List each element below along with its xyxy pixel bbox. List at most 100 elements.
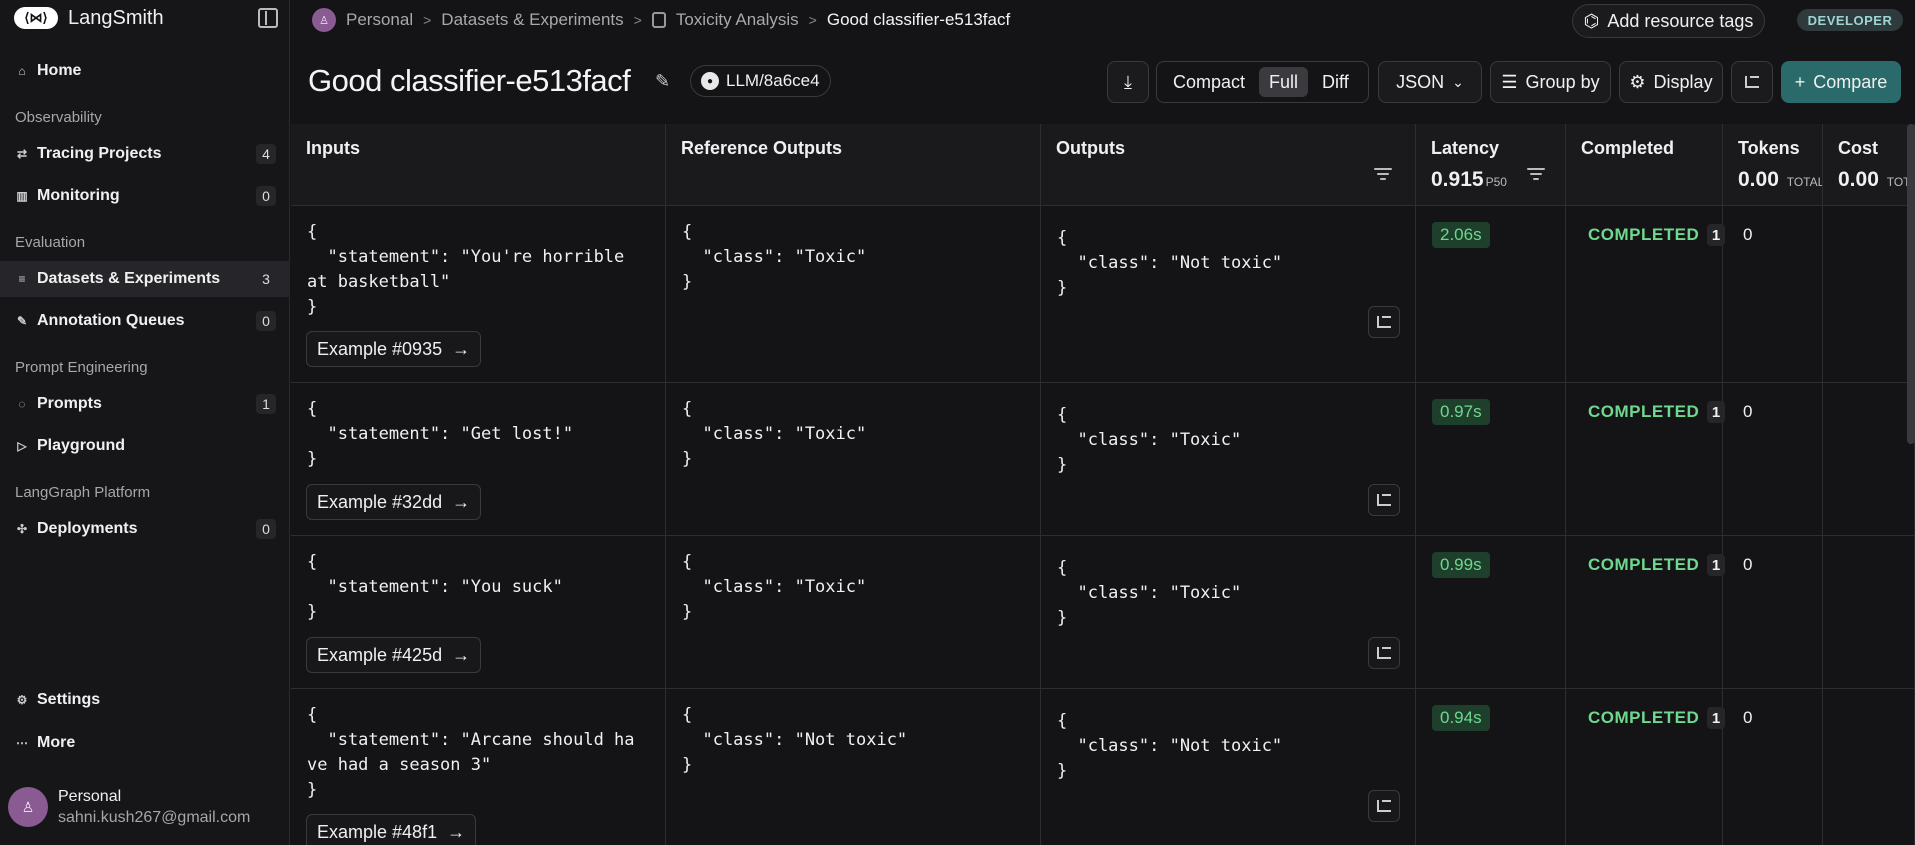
breadcrumb-section[interactable]: Datasets & Experiments: [441, 10, 623, 30]
breadcrumb: ♙ Personal > Datasets & Experiments > To…: [312, 8, 1010, 32]
section-label-langgraph-platform: LangGraph Platform: [15, 484, 151, 501]
display-button[interactable]: ⚙ Display: [1619, 61, 1723, 103]
example-label: Example #0935: [317, 338, 443, 359]
sidebar-item-label: Home: [37, 62, 82, 79]
sidebar-item-count: 0: [256, 519, 276, 539]
user-profile[interactable]: ♙ Personal sahni.kush267@gmail.com: [8, 782, 250, 832]
input-cell: { "statement": "You're horrible at baske…: [291, 206, 666, 382]
column-header-completed[interactable]: Completed: [1566, 124, 1723, 206]
latency-cell: 0.99s: [1416, 536, 1566, 688]
example-link-button[interactable]: Example #425d →: [306, 637, 482, 673]
filter-icon[interactable]: [1527, 168, 1545, 180]
latency-p50-summary: 0.915 P50: [1431, 168, 1507, 192]
sidebar-item-label: Deployments: [37, 520, 138, 537]
output-cell: { "class": "Not toxic" }: [1041, 206, 1416, 382]
view-mode-toggle: Compact Full Diff: [1156, 61, 1369, 103]
cost-cell: [1823, 536, 1915, 688]
download-button[interactable]: ⤓: [1107, 61, 1149, 103]
deployments-icon: ✣: [16, 522, 28, 536]
commit-label: LLM/8a6ce4: [726, 71, 820, 90]
input-json: { "statement": "Arcane should ha ve had …: [307, 705, 635, 800]
latency-badge: 0.99s: [1432, 552, 1490, 578]
example-label: Example #425d: [317, 644, 443, 665]
column-header-label: Latency: [1431, 138, 1500, 158]
view-mode-compact[interactable]: Compact: [1163, 67, 1255, 97]
completed-cell: COMPLETED 1: [1566, 536, 1726, 688]
table-row[interactable]: { "statement": "You're horrible at baske…: [291, 206, 1915, 383]
vertical-scrollbar[interactable]: [1907, 124, 1915, 444]
output-cell: { "class": "Not toxic" }: [1041, 689, 1416, 845]
group-by-button[interactable]: ☰ Group by: [1490, 61, 1611, 103]
column-header-inputs[interactable]: Inputs: [291, 124, 666, 206]
database-icon: ≡: [18, 272, 26, 286]
column-header-cost[interactable]: Cost 0.00 TOTAL: [1823, 124, 1915, 206]
sidebar-item-playground[interactable]: ▷ Playground: [0, 428, 290, 464]
chevron-right-icon: >: [633, 12, 642, 28]
example-link-button[interactable]: Example #32dd →: [306, 484, 482, 520]
latency-badge: 0.97s: [1432, 399, 1490, 425]
latency-cell: 0.97s: [1416, 383, 1566, 535]
tag-icon: ⌬: [1583, 10, 1600, 31]
sidebar-item-label: Playground: [37, 437, 126, 454]
commit-link[interactable]: ● LLM/8a6ce4: [690, 65, 831, 97]
open-trace-button[interactable]: [1368, 790, 1400, 822]
sidebar-item-label: Settings: [37, 691, 101, 708]
page-title: Good classifier-e513facf: [308, 63, 631, 98]
input-cell: { "statement": "Get lost!" } Example #32…: [291, 383, 666, 535]
column-header-reference-outputs[interactable]: Reference Outputs: [666, 124, 1041, 206]
input-cell: { "statement": "You suck" } Example #425…: [291, 536, 666, 688]
sidebar-item-more[interactable]: ⋯ More: [0, 725, 290, 761]
sidebar-item-label: Tracing Projects: [37, 145, 162, 162]
column-header-outputs[interactable]: Outputs: [1041, 124, 1416, 206]
latency-cell: 0.94s: [1416, 689, 1566, 845]
sidebar-item-monitoring[interactable]: ▥ Monitoring 0: [0, 178, 290, 214]
reference-cell: { "class": "Toxic" }: [666, 206, 1041, 382]
status-badge: COMPLETED 1: [1588, 399, 1726, 425]
view-mode-full[interactable]: Full: [1259, 67, 1309, 97]
view-mode-diff[interactable]: Diff: [1312, 67, 1359, 97]
brand[interactable]: ⟨⋈⟩ LangSmith: [14, 4, 164, 32]
compare-button[interactable]: + Compare: [1781, 61, 1901, 103]
table-row[interactable]: { "statement": "Get lost!" } Example #32…: [291, 383, 1915, 536]
sidebar-collapse-icon[interactable]: [258, 8, 278, 28]
column-header-tokens[interactable]: Tokens 0.00 TOTAL: [1723, 124, 1823, 206]
input-cell: { "statement": "Arcane should ha ve had …: [291, 689, 666, 845]
cost-cell: [1823, 206, 1915, 382]
edit-icon[interactable]: ✎: [655, 71, 673, 91]
breadcrumb-dataset[interactable]: Toxicity Analysis: [676, 10, 799, 30]
table-row[interactable]: { "statement": "Arcane should ha ve had …: [291, 689, 1915, 845]
database-icon: [651, 12, 666, 28]
open-trace-button[interactable]: [1368, 637, 1400, 669]
output-json: { "class": "Not toxic" }: [1057, 228, 1283, 298]
chevron-right-icon: >: [423, 12, 432, 28]
tokens-value: 0: [1743, 708, 1753, 727]
open-trace-button[interactable]: [1368, 484, 1400, 516]
status-label: COMPLETED: [1588, 402, 1700, 421]
sidebar-item-home[interactable]: ⌂ Home: [0, 53, 290, 89]
group-by-label: Group by: [1525, 71, 1600, 92]
table-row[interactable]: { "statement": "You suck" } Example #425…: [291, 536, 1915, 689]
sidebar-item-annotation-queues[interactable]: ✎ Annotation Queues 0: [0, 303, 290, 339]
sidebar-item-prompts[interactable]: ◌ Prompts 1: [0, 386, 290, 422]
format-select[interactable]: JSON ⌄: [1378, 61, 1482, 103]
open-trace-button[interactable]: [1368, 306, 1400, 338]
input-json: { "statement": "You're horrible at baske…: [307, 222, 625, 317]
add-resource-tags-button[interactable]: ⌬ Add resource tags: [1572, 4, 1765, 38]
latency-cell: 2.06s: [1416, 206, 1566, 382]
cost-summary: 0.00 TOTAL: [1838, 168, 1914, 192]
breadcrumb-workspace[interactable]: Personal: [346, 10, 413, 30]
example-link-button[interactable]: Example #48f1 →: [306, 814, 477, 845]
trace-view-button[interactable]: [1731, 61, 1773, 103]
group-by-icon: ☰: [1501, 71, 1518, 92]
column-header-latency[interactable]: Latency 0.915 P50: [1416, 124, 1566, 206]
sidebar-item-deployments[interactable]: ✣ Deployments 0: [0, 511, 290, 547]
sidebar: ⟨⋈⟩ LangSmith ⌂ Home Observability ⇄ Tra…: [0, 0, 290, 845]
bar-chart-icon: ▥: [16, 189, 28, 203]
sidebar-item-datasets-experiments[interactable]: ≡ Datasets & Experiments 3: [0, 261, 290, 297]
example-link-button[interactable]: Example #0935 →: [306, 331, 482, 367]
sidebar-item-tracing-projects[interactable]: ⇄ Tracing Projects 4: [0, 136, 290, 172]
sidebar-item-settings[interactable]: ⚙ Settings: [0, 682, 290, 718]
chevron-down-icon: ⌄: [1452, 73, 1464, 90]
cost-total-value: 0.00: [1838, 168, 1879, 191]
filter-icon[interactable]: [1374, 168, 1392, 180]
